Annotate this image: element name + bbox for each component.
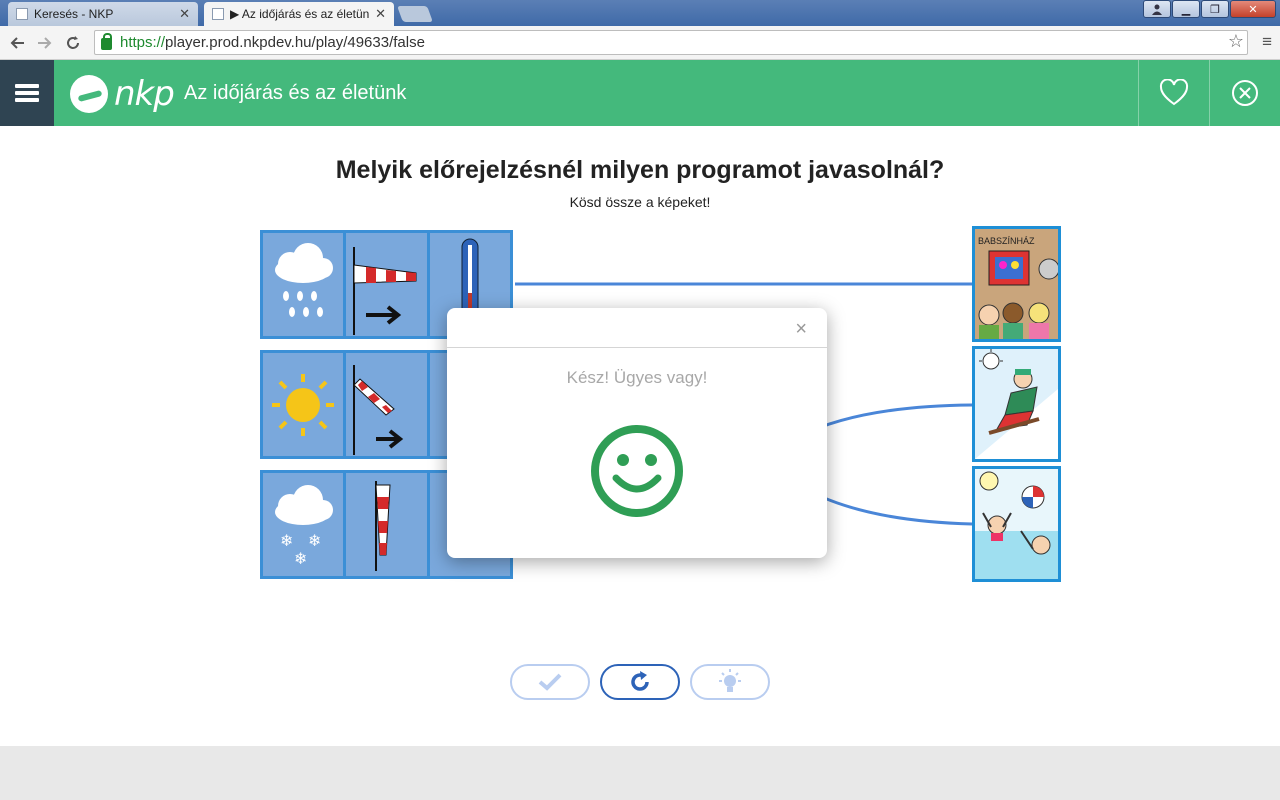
puppet-theatre-picture[interactable]: BABSZÍNHÁZ xyxy=(972,226,1061,342)
beach-picture[interactable] xyxy=(972,466,1061,582)
check-icon xyxy=(538,673,562,691)
app-header: nkp Az időjárás és az életünk xyxy=(0,60,1280,126)
windsock-medium-icon xyxy=(346,353,427,456)
snow-cloud-icon: ❄ ❄ ❄ xyxy=(263,473,344,576)
modal-header: × xyxy=(447,308,827,348)
svg-text:❄: ❄ xyxy=(280,531,293,550)
new-tab-button[interactable] xyxy=(397,6,433,22)
star-icon[interactable]: ☆ xyxy=(1228,31,1244,52)
tab-close-icon[interactable]: ✕ xyxy=(179,6,190,22)
minimize-button[interactable]: ▁ xyxy=(1172,0,1200,18)
check-button[interactable] xyxy=(510,664,590,700)
menu-icon[interactable]: ≡ xyxy=(1262,32,1272,52)
result-message: Kész! Ügyes vagy! xyxy=(566,368,708,387)
browser-toolbar: https://player.prod.nkpdev.hu/play/49633… xyxy=(0,26,1280,60)
close-window-button[interactable]: ✕ xyxy=(1230,0,1276,18)
windsock-calm-icon xyxy=(346,473,427,576)
modal-close-button[interactable]: × xyxy=(795,318,807,341)
close-exercise-button[interactable] xyxy=(1209,60,1280,126)
lock-icon xyxy=(101,33,112,50)
svg-text:❄: ❄ xyxy=(308,531,321,550)
result-modal: × Kész! Ügyes vagy! xyxy=(447,308,827,558)
tab-idojaras[interactable]: ▶ Az időjárás és az életün ✕ xyxy=(204,2,394,26)
address-bar[interactable]: https://player.prod.nkpdev.hu/play/49633… xyxy=(94,30,1248,55)
restore-button[interactable]: ❐ xyxy=(1201,0,1229,18)
page-favicon-icon xyxy=(16,8,28,20)
hint-button[interactable] xyxy=(690,664,770,700)
sun-icon xyxy=(263,353,344,456)
forward-arrow-icon[interactable] xyxy=(34,32,56,54)
tab-close-icon[interactable]: ✕ xyxy=(375,6,386,22)
tab-kereses[interactable]: Keresés - NKP ✕ xyxy=(8,2,198,26)
url-path: player.prod.nkpdev.hu/play/49633/false xyxy=(165,34,425,51)
heart-icon xyxy=(1159,79,1189,106)
reset-button[interactable] xyxy=(600,664,680,700)
tab-label: ▶ Az időjárás és az életün xyxy=(230,7,370,21)
theatre-sign: BABSZÍNHÁZ xyxy=(978,236,1035,246)
back-arrow-icon[interactable] xyxy=(6,32,28,54)
user-icon[interactable] xyxy=(1143,0,1171,18)
reload-icon[interactable] xyxy=(62,32,84,54)
favorite-button[interactable] xyxy=(1138,60,1209,126)
logo-text: nkp xyxy=(114,74,175,114)
sledding-picture[interactable] xyxy=(972,346,1061,462)
hamburger-menu-button[interactable] xyxy=(0,60,54,126)
reset-icon xyxy=(631,671,649,691)
svg-text:❄: ❄ xyxy=(294,549,307,568)
rain-cloud-icon xyxy=(263,233,344,336)
browser-titlebar: Keresés - NKP ✕ ▶ Az időjárás és az élet… xyxy=(0,0,1280,26)
url-scheme: https:// xyxy=(120,34,166,51)
close-circle-icon xyxy=(1232,80,1258,106)
page-title: Az időjárás és az életünk xyxy=(184,82,407,104)
lightbulb-icon xyxy=(719,669,741,692)
hamburger-icon xyxy=(15,81,39,105)
exercise-area: Melyik előrejelzésnél milyen programot j… xyxy=(0,126,1280,746)
window-controls: ▁ ❐ ✕ xyxy=(1142,0,1276,20)
windsock-strong-icon xyxy=(346,233,427,336)
nkp-logo[interactable]: nkp xyxy=(70,74,175,114)
page-favicon-icon xyxy=(212,8,224,20)
smiley-icon xyxy=(591,425,683,517)
tab-label: Keresés - NKP xyxy=(34,7,114,21)
logo-mark-icon xyxy=(70,75,108,113)
page-footer xyxy=(0,746,1280,800)
